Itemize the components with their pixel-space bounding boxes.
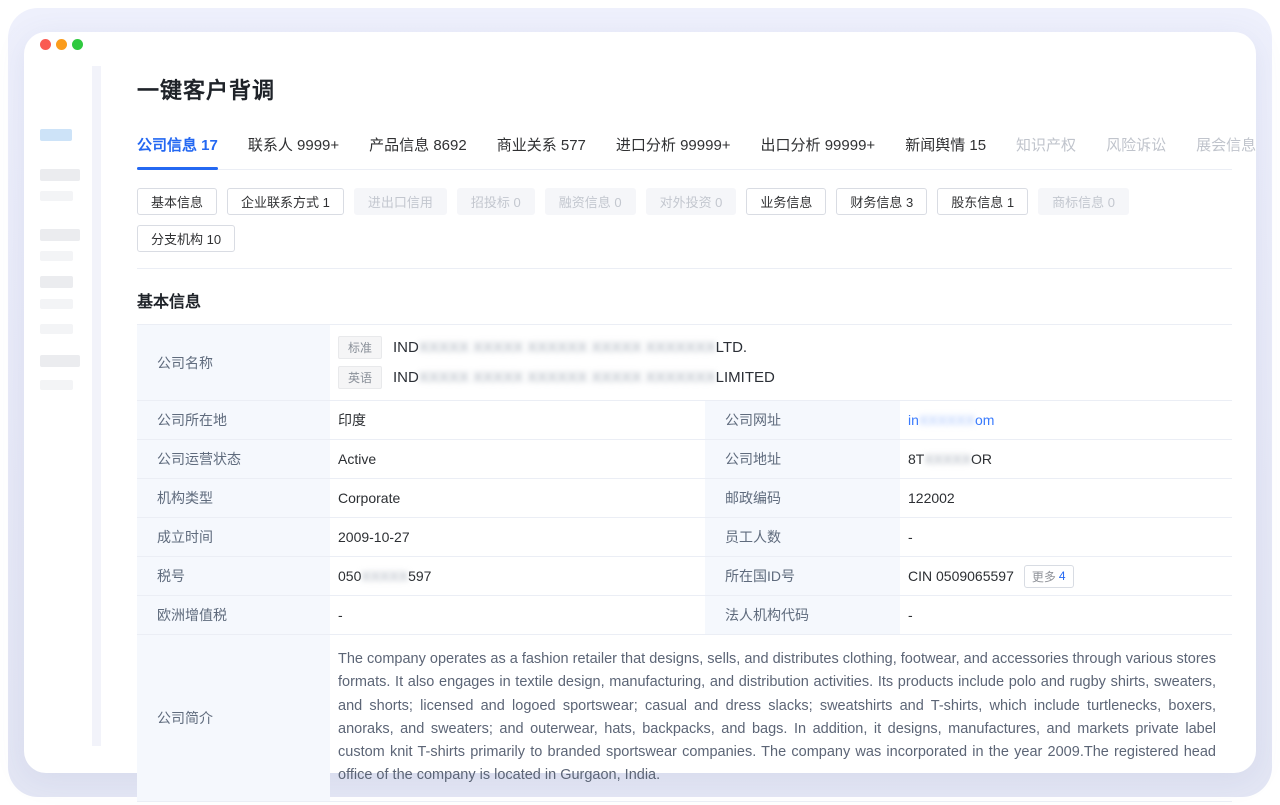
field-value: CIN 0509065597 更多4 — [900, 557, 1232, 595]
subtab-basic-info[interactable]: 基本信息 — [137, 188, 217, 215]
field-label: 公司运营状态 — [137, 440, 330, 478]
field-value: - — [900, 518, 1232, 556]
tab-export-analysis[interactable]: 出口分析 99999+ — [761, 126, 876, 169]
section-title: 基本信息 — [137, 288, 1232, 312]
field-label: 税号 — [137, 557, 330, 595]
field-label: 员工人数 — [705, 518, 900, 556]
table-row: 公司运营状态 Active 公司地址 8TXXXXXOR — [137, 440, 1232, 479]
sidebar-divider — [92, 66, 101, 746]
table-row: 欧洲增值税 - 法人机构代码 - — [137, 596, 1232, 635]
name-suffix: LIMITED — [716, 369, 775, 386]
subtab-contact-method[interactable]: 企业联系方式 1 — [227, 188, 344, 215]
sidebar-skeleton-bar — [40, 251, 73, 261]
subtab-financial-info[interactable]: 财务信息 3 — [836, 188, 927, 215]
sidebar-skeleton-bar — [40, 380, 73, 390]
name-redacted: XXXXX XXXXX XXXXXX XXXXX XXXXXXX — [419, 339, 716, 356]
tab-import-analysis[interactable]: 进口分析 99999+ — [616, 126, 731, 169]
field-label: 法人机构代码 — [705, 596, 900, 634]
tab-news-sentiment[interactable]: 新闻舆情 15 — [905, 126, 986, 169]
company-name-cell: 标准 INDXXXXX XXXXX XXXXXX XXXXX XXXXXXX L… — [330, 325, 1232, 400]
tab-product-info[interactable]: 产品信息 8692 — [369, 126, 467, 169]
sidebar-skeleton-bar-active — [40, 129, 72, 141]
main-content: 一键客户背调 公司信息 17 联系人 9999+ 产品信息 8692 商业关系 577… — [137, 32, 1232, 802]
field-label: 公司所在地 — [137, 401, 330, 439]
tab-risk-lawsuit: 风险诉讼 — [1106, 126, 1166, 169]
table-row-company-name: 公司名称 标准 INDXXXXX XXXXX XXXXXX XXXXX XXXX… — [137, 325, 1232, 401]
tabs-bar: 公司信息 17 联系人 9999+ 产品信息 8692 商业关系 577 进口分析 99… — [137, 126, 1232, 170]
zoom-window-icon[interactable] — [72, 39, 83, 50]
table-row-company-intro: 公司简介 The company operates as a fashion r… — [137, 635, 1232, 802]
field-label: 欧洲增值税 — [137, 596, 330, 634]
field-value: 8TXXXXXOR — [900, 440, 1232, 478]
more-ids-button[interactable]: 更多4 — [1024, 565, 1074, 588]
table-row: 税号 050XXXXX597 所在国ID号 CIN 0509065597 更多4 — [137, 557, 1232, 596]
field-label: 成立时间 — [137, 518, 330, 556]
name-prefix: IND — [393, 339, 419, 356]
close-window-icon[interactable] — [40, 39, 51, 50]
tab-company-info[interactable]: 公司信息 17 — [137, 126, 218, 169]
field-value: - — [900, 596, 1232, 634]
field-value: 050XXXXX597 — [330, 557, 705, 595]
sidebar-skeleton-bar — [40, 355, 80, 367]
section-divider — [137, 268, 1232, 269]
field-value: 2009-10-27 — [330, 518, 705, 556]
sidebar-skeleton-bar — [40, 229, 80, 241]
tab-business-rel[interactable]: 商业关系 577 — [497, 126, 586, 169]
standard-badge: 标准 — [338, 336, 382, 359]
subtab-branches[interactable]: 分支机构 10 — [137, 225, 235, 252]
link-redacted: XXXXXX — [919, 412, 975, 428]
name-redacted: XXXXX XXXXX XXXXXX XXXXX XXXXXXX — [419, 369, 716, 386]
company-name-english: 英语 INDXXXXX XXXXX XXXXXX XXXXX XXXXXXX L… — [338, 366, 775, 389]
subtab-bidding: 招投标 0 — [457, 188, 535, 215]
field-value: 122002 — [900, 479, 1232, 517]
sidebar-skeleton-bar — [40, 169, 80, 181]
tab-contacts[interactable]: 联系人 9999+ — [248, 126, 339, 169]
field-label: 所在国ID号 — [705, 557, 900, 595]
field-label: 公司简介 — [137, 635, 330, 801]
table-row: 成立时间 2009-10-27 员工人数 - — [137, 518, 1232, 557]
page-title: 一键客户背调 — [137, 73, 1232, 105]
sidebar-skeleton-bar — [40, 324, 73, 334]
company-intro-text: The company operates as a fashion retail… — [330, 635, 1232, 801]
subtab-business-info[interactable]: 业务信息 — [746, 188, 826, 215]
field-label: 公司网址 — [705, 401, 900, 439]
tab-intellectual: 知识产权 — [1016, 126, 1076, 169]
subtabs-bar: 基本信息企业联系方式 1 进出口信用招投标 0 融资信息 0 对外投资 0 业务信息财务… — [137, 188, 1232, 252]
browser-window: 一键客户背调 公司信息 17 联系人 9999+ 产品信息 8692 商业关系 577… — [24, 32, 1256, 773]
company-name-standard: 标准 INDXXXXX XXXXX XXXXXX XXXXX XXXXXXX L… — [338, 336, 747, 359]
subtab-trademark: 商标信息 0 — [1038, 188, 1129, 215]
sidebar-skeleton-bar — [40, 299, 73, 309]
subtab-financing: 融资信息 0 — [545, 188, 636, 215]
subtab-outbound-invest: 对外投资 0 — [646, 188, 737, 215]
field-label: 机构类型 — [137, 479, 330, 517]
subtab-trade-credit: 进出口信用 — [354, 188, 447, 215]
sidebar-skeleton-bar — [40, 276, 73, 288]
field-value: Active — [330, 440, 705, 478]
field-label: 邮政编码 — [705, 479, 900, 517]
field-value: inXXXXXXom — [900, 401, 1232, 439]
minimize-window-icon[interactable] — [56, 39, 67, 50]
field-value: - — [330, 596, 705, 634]
field-label: 公司地址 — [705, 440, 900, 478]
table-row: 公司所在地 印度 公司网址 inXXXXXXom — [137, 401, 1232, 440]
basic-info-table: 公司名称 标准 INDXXXXX XXXXX XXXXXX XXXXX XXXX… — [137, 324, 1232, 802]
tab-exhibition: 展会信息 — [1196, 126, 1256, 169]
sidebar-skeleton-bar — [40, 191, 73, 201]
field-value: Corporate — [330, 479, 705, 517]
tax-redacted: XXXXX — [361, 568, 408, 584]
address-redacted: XXXXX — [924, 451, 971, 467]
name-suffix: LTD. — [716, 339, 747, 356]
window-controls — [40, 39, 83, 50]
subtab-shareholder[interactable]: 股东信息 1 — [937, 188, 1028, 215]
field-value: 印度 — [330, 401, 705, 439]
company-website-link[interactable]: inXXXXXXom — [908, 412, 994, 428]
english-badge: 英语 — [338, 366, 382, 389]
field-label: 公司名称 — [137, 325, 330, 400]
name-prefix: IND — [393, 369, 419, 386]
table-row: 机构类型 Corporate 邮政编码 122002 — [137, 479, 1232, 518]
